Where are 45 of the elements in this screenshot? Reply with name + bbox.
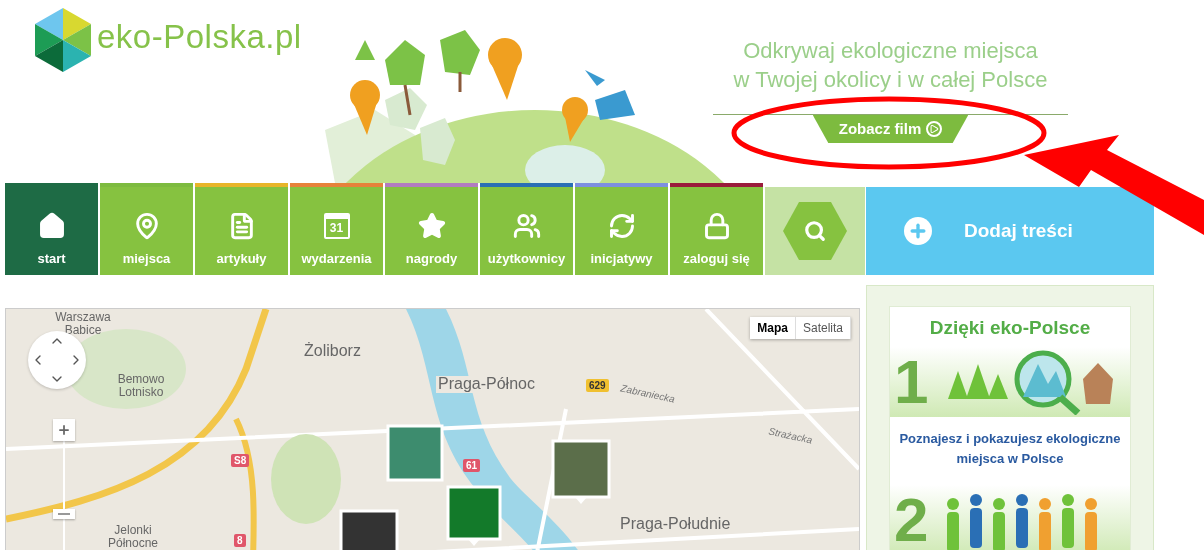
map-label: Praga-Północ — [436, 376, 537, 393]
photo-marker-drawing — [446, 485, 502, 547]
map-label: Jelonki Północne — [106, 524, 159, 550]
nav-tab[interactable]: artykuły — [195, 183, 288, 275]
logo-text: eko-Polska.pl — [97, 18, 302, 56]
map-label: Bemowo Lotnisko — [116, 373, 166, 399]
nav-tab[interactable]: 31 wydarzenia — [290, 183, 383, 275]
users-icon — [512, 212, 541, 240]
play-icon — [926, 120, 943, 137]
road-number-sign: 629 — [586, 379, 609, 392]
map-label: Warszawa Babice — [54, 311, 112, 337]
map-label: Praga-Południe — [618, 516, 733, 533]
nav-tab[interactable]: zaloguj się — [670, 183, 763, 275]
road-number-sign: 61 — [463, 459, 481, 472]
lock-icon — [702, 212, 731, 240]
tagline: w Twojej okolicy i w całej Polsce — [733, 66, 1048, 94]
nav-tab[interactable]: użytkownicy — [480, 183, 573, 275]
step-number: 2 — [894, 489, 929, 550]
search-icon — [804, 220, 826, 242]
map-type-button[interactable]: Mapa — [750, 317, 796, 339]
photo-marker-drawing — [551, 439, 611, 505]
calendar-icon: 31 — [323, 213, 350, 239]
watch-video-button[interactable]: Zobacz film — [812, 115, 969, 143]
plus-icon — [904, 217, 932, 245]
step-caption: Poznajesz i pokazujesz ekologiczne miejsca w Polsce — [898, 430, 1122, 468]
step-number: 1 — [894, 351, 929, 413]
nav-tab[interactable]: inicjatywy — [575, 183, 668, 275]
logo-icon — [35, 8, 91, 72]
zoom-out-button[interactable] — [53, 509, 75, 519]
zoom-in-button[interactable] — [53, 419, 75, 441]
road-number-sign: S8 — [231, 454, 250, 467]
map-type-button[interactable]: Satelita — [795, 317, 851, 339]
nav-tab[interactable]: miejsca — [100, 183, 193, 275]
refresh-icon — [607, 212, 636, 240]
nav-tab[interactable]: nagrody — [385, 183, 478, 275]
star-icon — [417, 212, 446, 240]
add-content-button[interactable]: Dodaj treści — [866, 187, 1154, 275]
photo-marker-drawing — [386, 424, 444, 482]
nav-tab[interactable]: start — [5, 183, 98, 275]
home-icon — [37, 212, 66, 240]
map-label: Strażacka — [766, 426, 815, 447]
sidebar-title: Dzięki eko-Polsce — [929, 317, 1091, 339]
plus-icon — [57, 423, 71, 437]
tagline: Odkrywaj ekologiczne miejsca — [743, 37, 1038, 65]
road-number-sign: 8 — [234, 534, 246, 547]
